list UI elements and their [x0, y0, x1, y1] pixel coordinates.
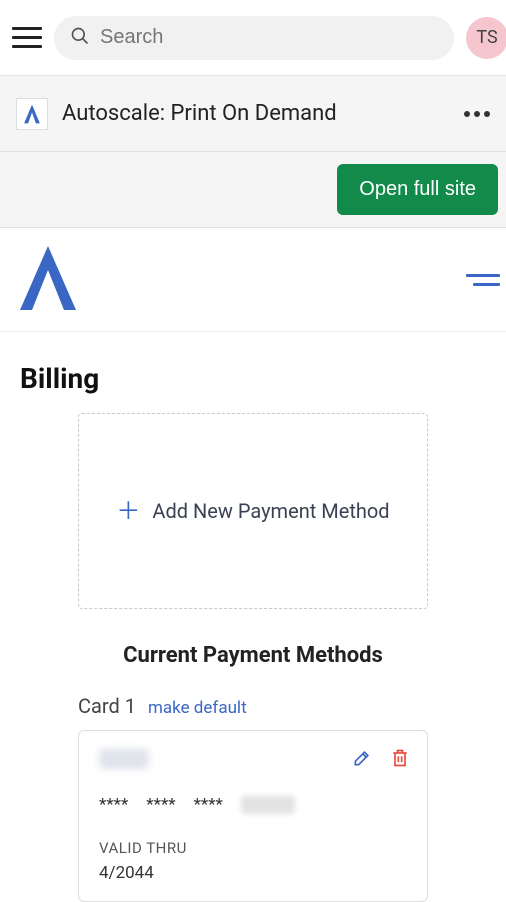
brand-row [0, 228, 506, 332]
add-payment-method-button[interactable]: ＋ Add New Payment Method [78, 413, 428, 609]
valid-thru-label: VALID THRU [99, 839, 407, 857]
payment-card: **** **** **** VALID THRU 4/2044 [78, 730, 428, 902]
delete-card-icon[interactable] [389, 747, 411, 769]
card-number-masked: **** **** **** [99, 795, 407, 815]
page-title: Billing [0, 332, 506, 413]
card-label: Card 1 [78, 694, 136, 718]
current-methods-heading: Current Payment Methods [0, 643, 506, 668]
brand-logo-icon [18, 244, 78, 316]
search-box[interactable] [54, 16, 454, 60]
open-full-site-button[interactable]: Open full site [337, 164, 498, 215]
card-last4-redacted [241, 796, 295, 814]
app-logo-icon [16, 98, 48, 130]
card-brand-redacted [99, 749, 149, 769]
menu-hamburger-icon[interactable] [12, 23, 42, 53]
more-icon[interactable] [464, 111, 490, 117]
plus-icon: ＋ [116, 499, 140, 523]
search-input[interactable] [100, 26, 438, 49]
card-expiry: 4/2044 [99, 863, 407, 883]
edit-card-icon[interactable] [351, 747, 373, 769]
add-payment-label: Add New Payment Method [152, 499, 389, 523]
secondary-menu-icon[interactable] [466, 268, 500, 292]
avatar[interactable]: TS [466, 17, 506, 59]
top-bar: TS [0, 0, 506, 76]
payment-card-block: Card 1 make default **** **** **** VALI [78, 694, 428, 902]
search-icon [70, 26, 90, 50]
full-site-bar: Open full site [0, 152, 506, 228]
make-default-link[interactable]: make default [148, 698, 247, 718]
app-header: Autoscale: Print On Demand [0, 76, 506, 152]
app-name: Autoscale: Print On Demand [62, 101, 450, 126]
